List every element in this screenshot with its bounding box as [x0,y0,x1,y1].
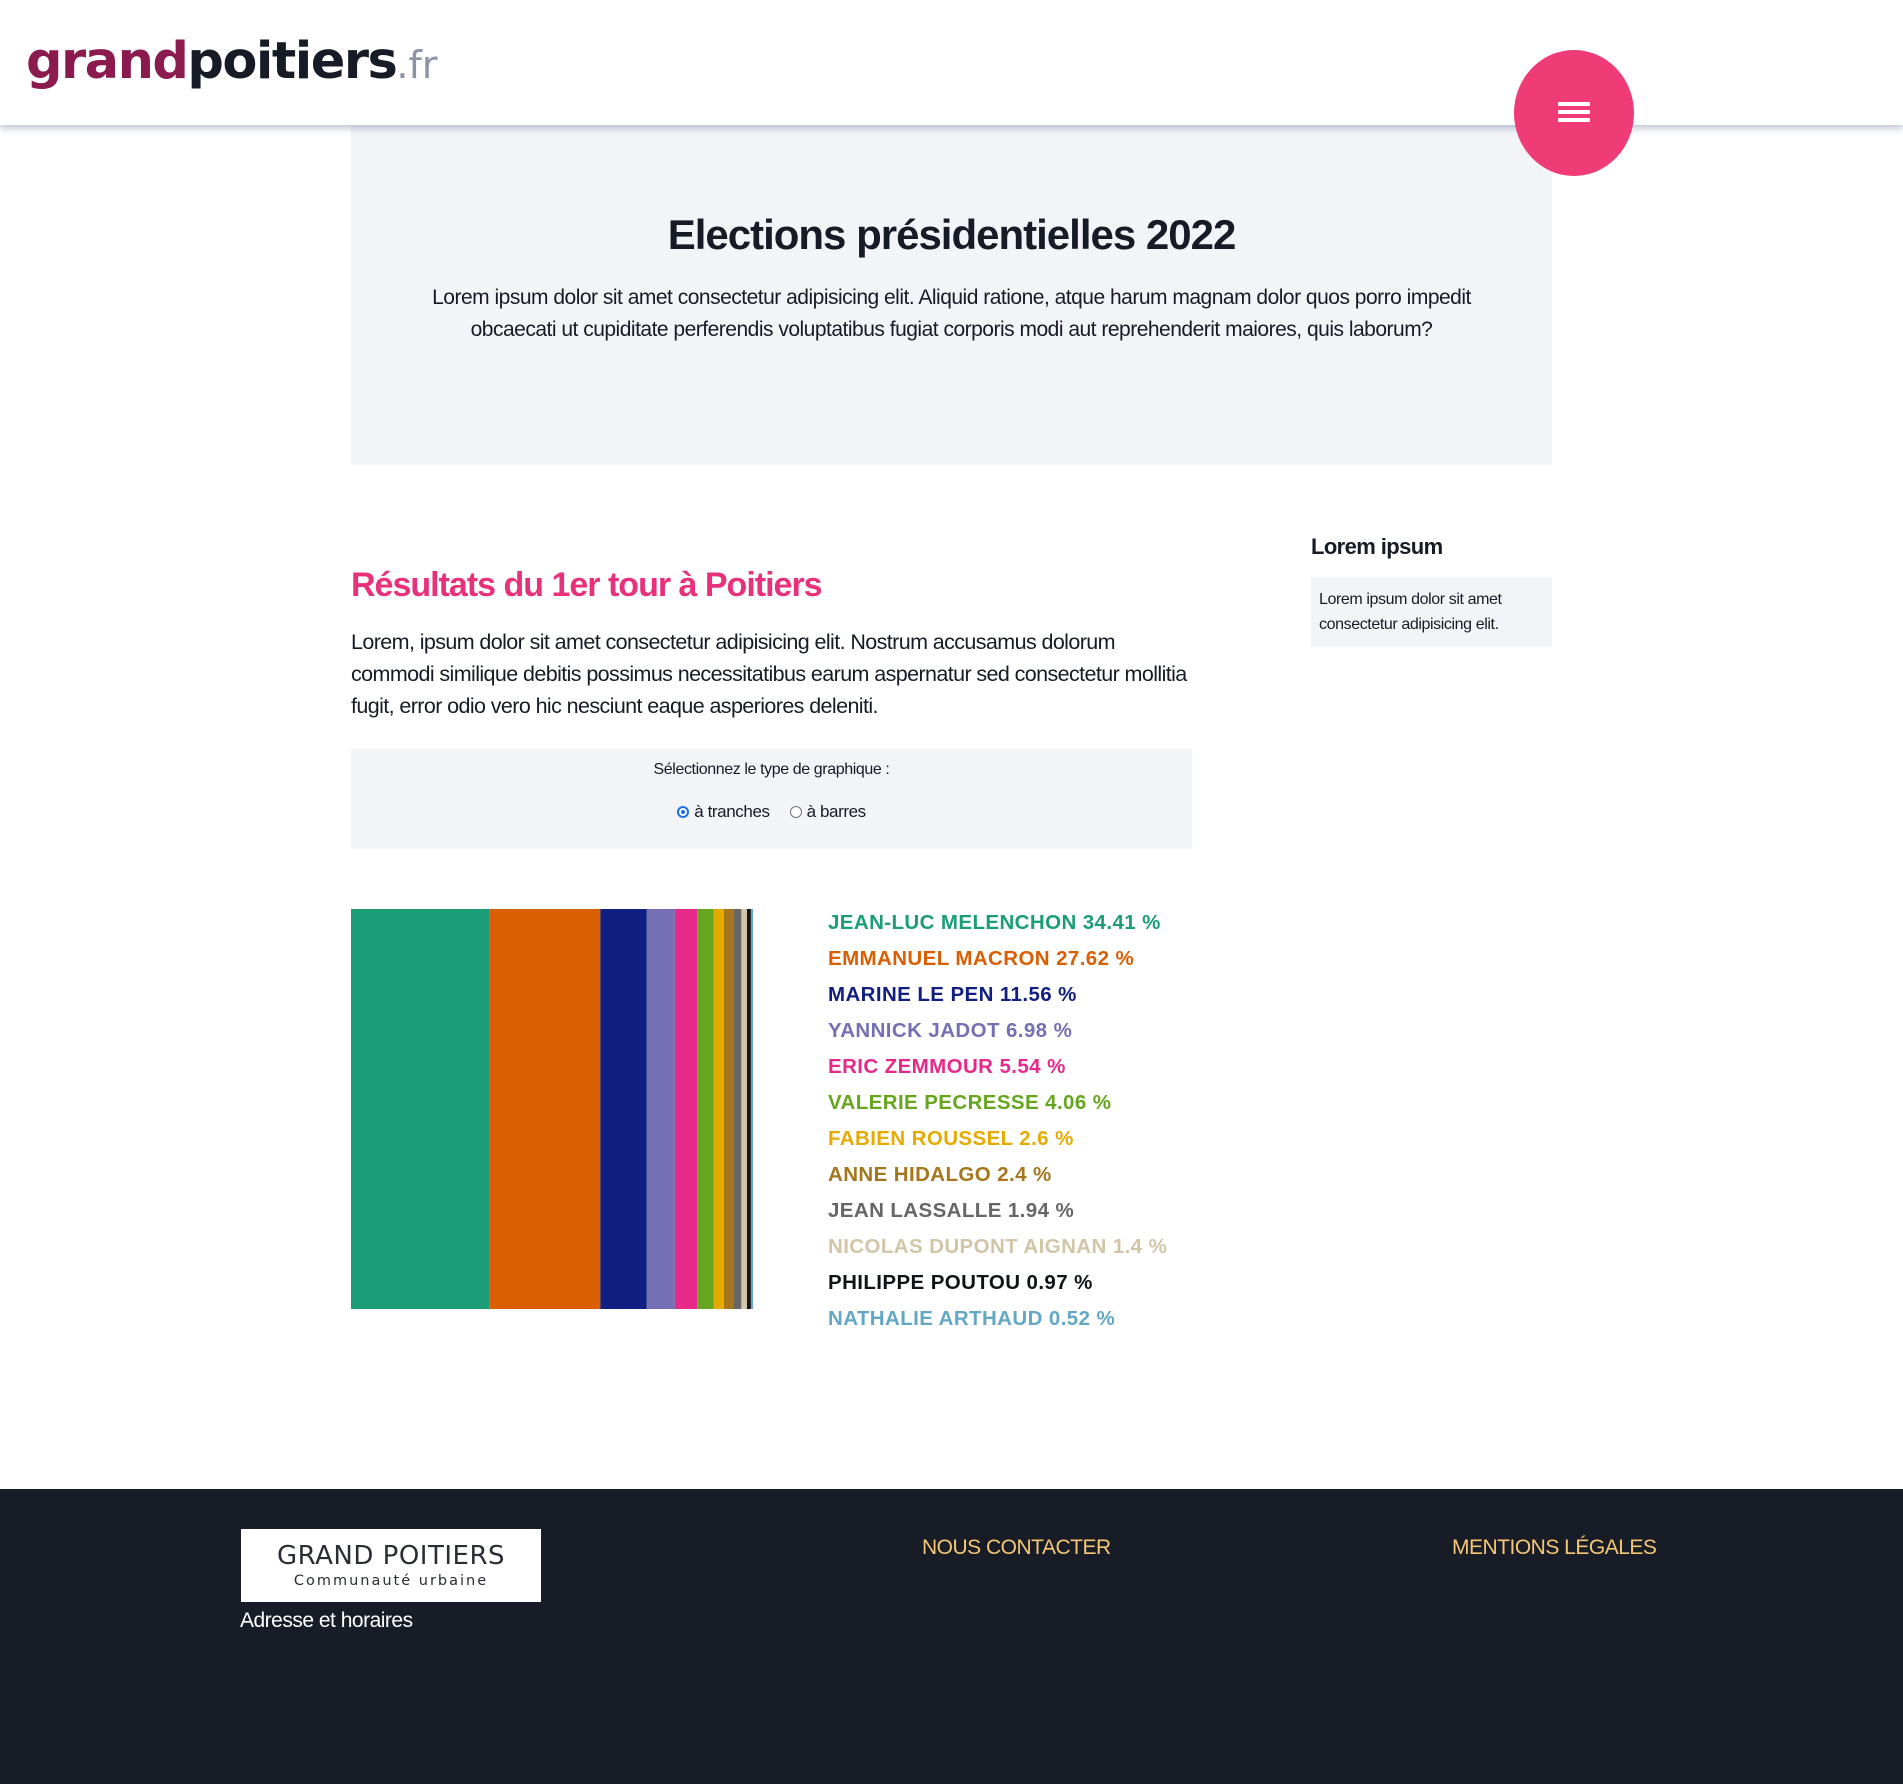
legend-item: MARINE LE PEN 11.56 % [828,983,1077,1006]
aside-text: Lorem ipsum dolor sit amet consectetur a… [1311,577,1552,647]
page-title: Elections présidentielles 2022 [667,211,1237,258]
aside-title: Lorem ipsum [1311,534,1443,559]
legend-item: EMMANUEL MACRON 27.62 % [828,947,1135,970]
legend-item: NATHALIE ARTHAUD 0.52 % [828,1307,1116,1330]
hero-text: Lorem ipsum dolor sit amet consectetur a… [432,286,1471,341]
menu-button[interactable] [1514,50,1634,176]
site-logo[interactable]: grandpoitiers.fr [26,27,437,100]
radio-slices[interactable]: à tranches [677,802,770,822]
legend-item: FABIEN ROUSSEL 2.6 % [828,1127,1074,1150]
radio-bars[interactable]: à barres [789,802,867,822]
chart-slice-11 [750,909,753,1309]
logo-tld: .fr [396,43,438,87]
chart-slice-6 [713,909,724,1309]
chart-slice-2 [600,909,647,1309]
radio-bars-label: à barres [806,802,867,821]
address-link[interactable]: Adresse et horaires [240,1605,413,1637]
contact-link[interactable]: NOUS CONTACTER [922,1532,1111,1564]
chart-slice-1 [489,909,601,1309]
chart-slice-9 [741,909,748,1309]
footer-logo-subtitle: Communauté urbaine [293,1573,489,1589]
legend-item: NICOLAS DUPONT AIGNAN 1.4 % [828,1235,1168,1258]
chart-type-prompt: Sélectionnez le type de graphique : [653,761,890,778]
chart-type-options: à tranches à barres [351,802,1192,822]
hero-banner: Elections présidentielles 2022 Lorem ips… [351,125,1552,465]
radio-bars-indicator[interactable] [789,806,802,818]
footer-logo[interactable]: GRAND POITIERS Communauté urbaine [241,1529,541,1602]
chart-slice-4 [674,909,698,1309]
chart-slice-0 [351,909,490,1309]
radio-slices-indicator[interactable] [677,806,690,818]
results-title: Résultats du 1er tour à Poitiers [351,566,823,604]
chart-slice-8 [733,909,742,1309]
legend-item: YANNICK JADOT 6.98 % [828,1019,1073,1042]
legend-item: JEAN-LUC MELENCHON 34.41 % [828,911,1161,934]
results-chart [351,909,753,1309]
legend-item: VALERIE PECRESSE 4.06 % [828,1091,1112,1114]
logo-grand: grand [26,32,189,91]
results-legend: JEAN-LUC MELENCHON 34.41 % EMMANUEL MACRO… [828,905,1167,1337]
legend-item: JEAN LASSALLE 1.94 % [828,1199,1075,1222]
chart-slice-5 [697,909,714,1309]
chart-slice-7 [723,909,734,1309]
legend-item: ERIC ZEMMOUR 5.54 % [828,1055,1066,1078]
chart-type-selector: Sélectionnez le type de graphique : à tr… [351,749,1192,849]
chart-slice-10 [747,909,751,1309]
footer-logo-title: GRAND POITIERS [276,1541,506,1571]
results-text: Lorem, ipsum dolor sit amet consectetur … [351,630,1187,718]
legal-notice-link[interactable]: MENTIONS LÉGALES [1452,1532,1657,1564]
site-footer: GRAND POITIERS Communauté urbaine Adress… [0,1489,1903,1784]
legend-item: ANNE HIDALGO 2.4 % [828,1163,1052,1186]
logo-poitiers: poitiers [187,32,397,91]
legend-item: PHILIPPE POUTOU 0.97 % [828,1271,1093,1294]
radio-slices-label: à tranches [694,802,770,821]
chart-slice-3 [646,909,675,1309]
